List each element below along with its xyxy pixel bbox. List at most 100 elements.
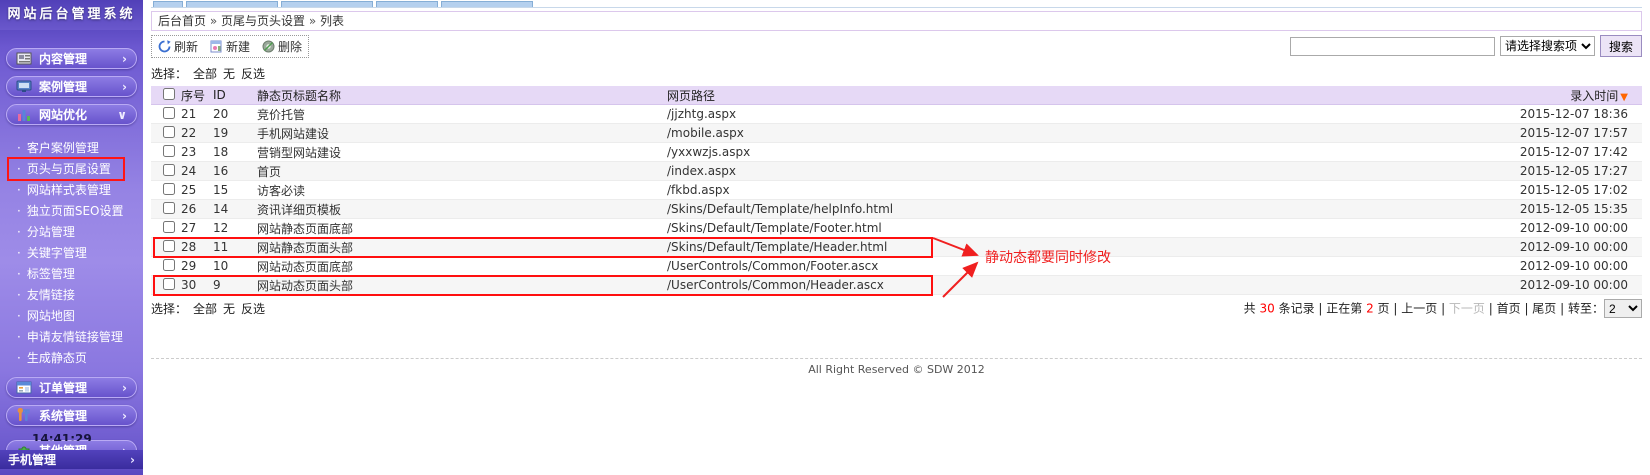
sidebar-item-link[interactable]: ·生成静态页 — [17, 348, 143, 369]
row-path: /index.aspx — [667, 164, 1492, 178]
sidebar-menu-order[interactable]: 订单管理› — [6, 377, 137, 398]
col-header-title[interactable]: 静态页标题名称 — [257, 87, 667, 104]
tab-strip-segment[interactable] — [153, 1, 183, 7]
search-area: 请选择搜索项 搜索 — [1290, 35, 1642, 57]
row-checkbox-cell — [151, 183, 181, 198]
sidebar-item-active[interactable]: ·页头与页尾设置 — [17, 159, 143, 180]
create-button[interactable]: 新建 — [210, 38, 250, 55]
row-time: 2015-12-05 15:35 — [1492, 202, 1642, 216]
row-time: 2015-12-05 17:02 — [1492, 183, 1642, 197]
row-title[interactable]: 首页 — [257, 163, 667, 180]
refresh-button[interactable]: 刷新 — [158, 38, 198, 55]
sidebar-item-link[interactable]: ·客户案例管理 — [17, 138, 143, 159]
row-time: 2015-12-07 17:42 — [1492, 145, 1642, 159]
row-checkbox[interactable] — [163, 259, 175, 271]
row-checkbox[interactable] — [163, 126, 175, 138]
sidebar-menu-system[interactable]: 系统管理› — [6, 405, 137, 426]
select-option[interactable]: 全部 — [193, 302, 217, 316]
row-checkbox[interactable] — [163, 145, 175, 157]
pagination: 共 30 条记录 | 正在第 2 页 | 上一页 | 下一页 | 首页 | 尾页… — [1244, 299, 1642, 318]
sidebar-item-label: 友情链接 — [27, 288, 75, 302]
table-row: 2318营销型网站建设/yxxwzjs.aspx2015-12-07 17:42 — [151, 143, 1642, 162]
refresh-label: 刷新 — [174, 38, 198, 55]
chevron-right-icon: › — [130, 453, 135, 467]
table-row: 2120竞价托管/jjzhtg.aspx2015-12-07 18:36 — [151, 105, 1642, 124]
sidebar-item-link[interactable]: ·申请友情链接管理 — [17, 327, 143, 348]
delete-button[interactable]: 删除 — [262, 38, 302, 55]
system-icon — [16, 408, 33, 423]
pagination-separator: | — [1315, 302, 1327, 316]
sidebar-menu-content[interactable]: 内容管理› — [6, 48, 137, 69]
row-checkbox[interactable] — [163, 278, 175, 290]
sidebar-item-label: 手机管理 — [8, 451, 56, 468]
row-checkbox[interactable] — [163, 183, 175, 195]
row-checkbox-cell — [151, 278, 181, 293]
breadcrumb-separator: » — [305, 14, 320, 28]
goto-page-select[interactable]: 2 — [1604, 299, 1642, 318]
sidebar-menu-chart[interactable]: 网站优化∨ — [6, 104, 137, 125]
pagination-separator: | — [1485, 302, 1497, 316]
row-checkbox[interactable] — [163, 164, 175, 176]
row-title[interactable]: 网站静态页面头部 — [257, 239, 667, 256]
select-option[interactable]: 反选 — [241, 302, 265, 316]
row-checkbox-cell — [151, 126, 181, 141]
row-title[interactable]: 访客必读 — [257, 182, 667, 199]
row-title[interactable]: 网站动态页面底部 — [257, 258, 667, 275]
row-index: 28 — [181, 240, 213, 254]
row-title[interactable]: 资讯详细页模板 — [257, 201, 667, 218]
tab-strip-segment[interactable] — [186, 1, 278, 7]
prev-page-link[interactable]: 上一页 — [1401, 302, 1437, 316]
col-header-id[interactable]: ID — [213, 88, 257, 102]
sidebar-item-link[interactable]: ·关键字管理 — [17, 243, 143, 264]
sidebar-item-link[interactable]: ·独立页面SEO设置 — [17, 201, 143, 222]
row-title[interactable]: 网站动态页面头部 — [257, 277, 667, 294]
col-header-path[interactable]: 网页路径 — [667, 87, 1492, 104]
row-title[interactable]: 营销型网站建设 — [257, 144, 667, 161]
row-path: /fkbd.aspx — [667, 183, 1492, 197]
tab-strip-segment[interactable] — [281, 1, 373, 7]
sidebar-item-link[interactable]: ·网站地图 — [17, 306, 143, 327]
tab-strip-segment[interactable] — [441, 1, 533, 7]
row-checkbox[interactable] — [163, 240, 175, 252]
row-time: 2015-12-05 17:27 — [1492, 164, 1642, 178]
row-checkbox[interactable] — [163, 107, 175, 119]
sidebar-item-link[interactable]: ·分站管理 — [17, 222, 143, 243]
row-checkbox[interactable] — [163, 221, 175, 233]
search-button[interactable]: 搜索 — [1600, 35, 1642, 57]
row-checkbox[interactable] — [163, 202, 175, 214]
sidebar-menu-case[interactable]: 案例管理› — [6, 76, 137, 97]
delete-icon — [262, 40, 275, 53]
row-checkbox-cell — [151, 259, 181, 274]
select-option[interactable]: 无 — [223, 67, 235, 81]
select-option[interactable]: 全部 — [193, 67, 217, 81]
table-row: 2416首页/index.aspx2015-12-05 17:27 — [151, 162, 1642, 181]
sidebar-item-link[interactable]: ·网站样式表管理 — [17, 180, 143, 201]
record-count: 30 — [1259, 302, 1274, 316]
first-page-link[interactable]: 首页 — [1497, 302, 1521, 316]
row-title[interactable]: 手机网站建设 — [257, 125, 667, 142]
search-input[interactable] — [1290, 37, 1495, 56]
last-page-link[interactable]: 尾页 — [1532, 302, 1556, 316]
sidebar-submenu: ·客户案例管理·页头与页尾设置·网站样式表管理·独立页面SEO设置·分站管理·关… — [0, 132, 143, 373]
row-title[interactable]: 竞价托管 — [257, 106, 667, 123]
breadcrumb-item[interactable]: 页尾与页头设置 — [221, 14, 305, 28]
sidebar-item-link[interactable]: ·友情链接 — [17, 285, 143, 306]
select-option[interactable]: 无 — [223, 302, 235, 316]
col-header-index[interactable]: 序号 — [181, 87, 213, 104]
search-field-select[interactable]: 请选择搜索项 — [1500, 36, 1595, 56]
col-header-time[interactable]: 录入时间▼ — [1492, 87, 1642, 104]
sidebar-item-label: 独立页面SEO设置 — [27, 204, 124, 218]
tab-strip-segment[interactable] — [376, 1, 438, 7]
sort-desc-icon[interactable]: ▼ — [1620, 92, 1628, 103]
table-row: 2515访客必读/fkbd.aspx2015-12-05 17:02 — [151, 181, 1642, 200]
select-option[interactable]: 反选 — [241, 67, 265, 81]
select-all-checkbox[interactable] — [163, 88, 175, 100]
pagination-separator: | — [1556, 302, 1568, 316]
sidebar-menu-label: 系统管理 — [39, 407, 87, 424]
sidebar-menu-label: 订单管理 — [39, 379, 87, 396]
sidebar-item-mobile[interactable]: 手机管理 › — [0, 450, 143, 469]
sidebar-item-link[interactable]: ·标签管理 — [17, 264, 143, 285]
sidebar-item-label: 关键字管理 — [27, 246, 87, 260]
breadcrumb-item[interactable]: 后台首页 — [158, 14, 206, 28]
row-title[interactable]: 网站静态页面底部 — [257, 220, 667, 237]
